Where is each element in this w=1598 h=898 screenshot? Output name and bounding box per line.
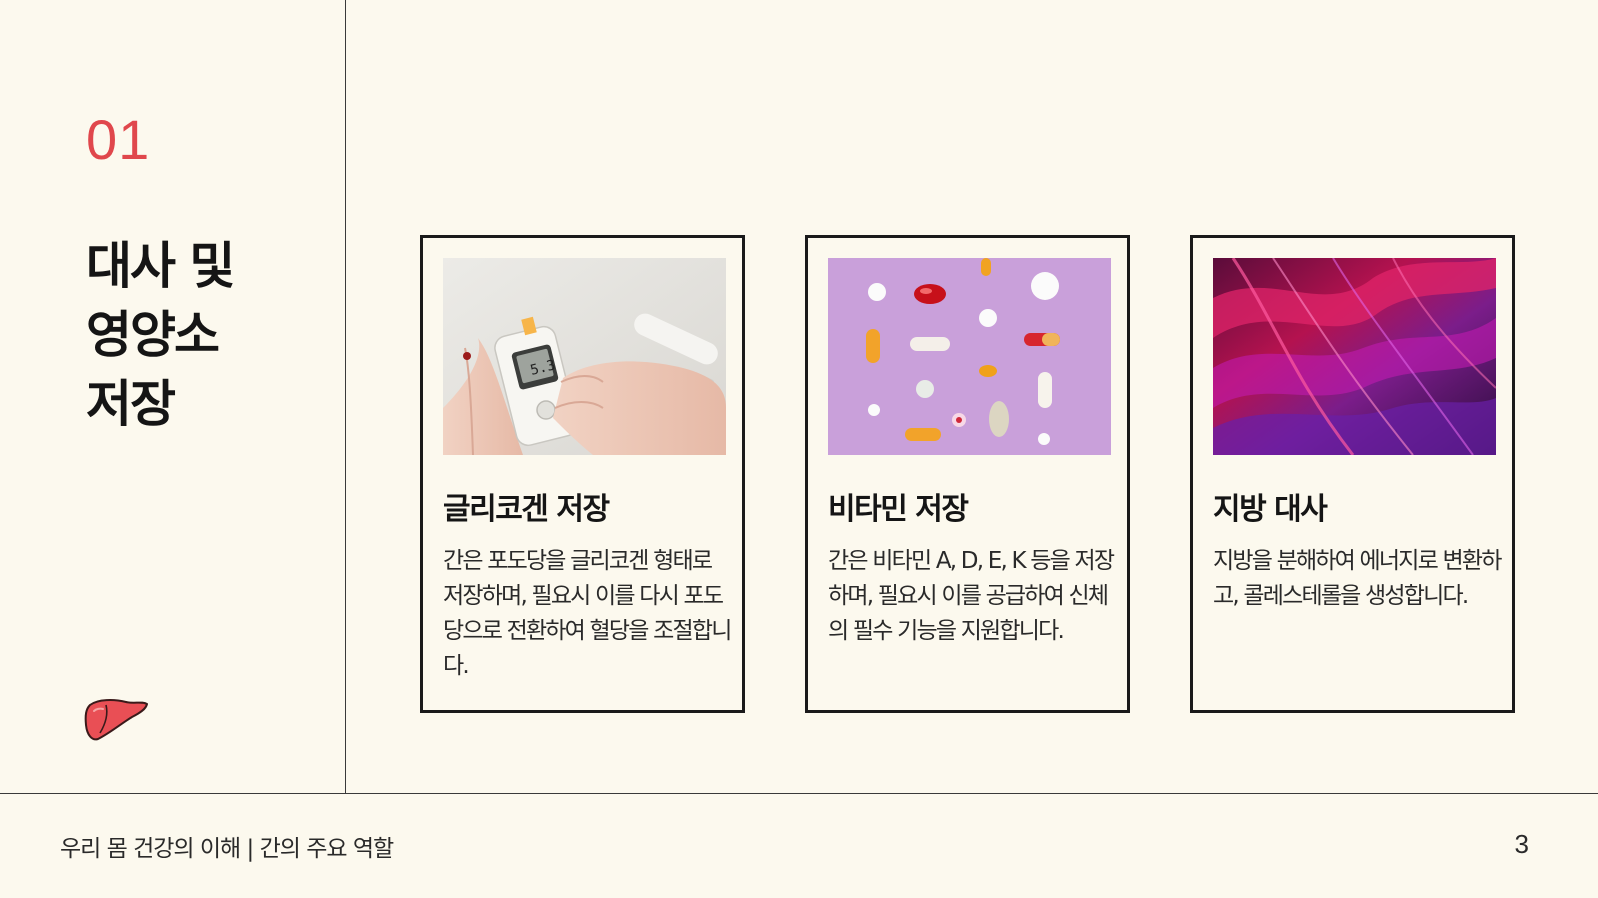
card-title: 글리코겐 저장: [443, 492, 610, 527]
slide: 01 대사 및 영양소 저장 5.3 글리코겐 저장 간은 포도당을 글리코겐 …: [0, 0, 1598, 898]
section-number: 01: [86, 108, 151, 171]
page-number: 3: [1514, 829, 1529, 859]
section-title-line: 영양소: [86, 306, 220, 364]
section-title-line: 대사 및: [86, 237, 235, 295]
footer-text: 우리 몸 건강의 이해 | 간의 주요 역할: [60, 836, 394, 862]
card-vitamin: 비타민 저장 간은 비타민 A, D, E, K 등을 저장하며, 필요시 이를…: [805, 235, 1130, 713]
card-title: 비타민 저장: [828, 492, 969, 527]
horizontal-divider: [0, 793, 1598, 794]
liver-icon: [84, 697, 150, 741]
vitamin-pills-photo: [828, 258, 1111, 455]
section-title: 대사 및 영양소 저장: [86, 232, 326, 439]
vertical-divider: [345, 0, 346, 793]
card-description: 간은 비타민 A, D, E, K 등을 저장하며, 필요시 이를 공급하여 신…: [828, 548, 1115, 644]
card-description: 지방을 분해하여 에너지로 변환하고, 콜레스테롤을 생성합니다.: [1213, 548, 1502, 609]
card-fat-metabolism: 지방 대사 지방을 분해하여 에너지로 변환하고, 콜레스테롤을 생성합니다.: [1190, 235, 1515, 713]
card-glycogen: 5.3 글리코겐 저장 간은 포도당을 글리코겐 형태로 저장하며, 필요시 이…: [420, 235, 745, 713]
card-description: 간은 포도당을 글리코겐 형태로 저장하며, 필요시 이를 다시 포도당으로 전…: [443, 548, 732, 679]
abstract-fat-texture-photo: [1213, 258, 1496, 455]
section-title-line: 저장: [86, 375, 176, 433]
card-title: 지방 대사: [1213, 492, 1328, 527]
glucose-meter-photo: 5.3: [443, 258, 726, 455]
